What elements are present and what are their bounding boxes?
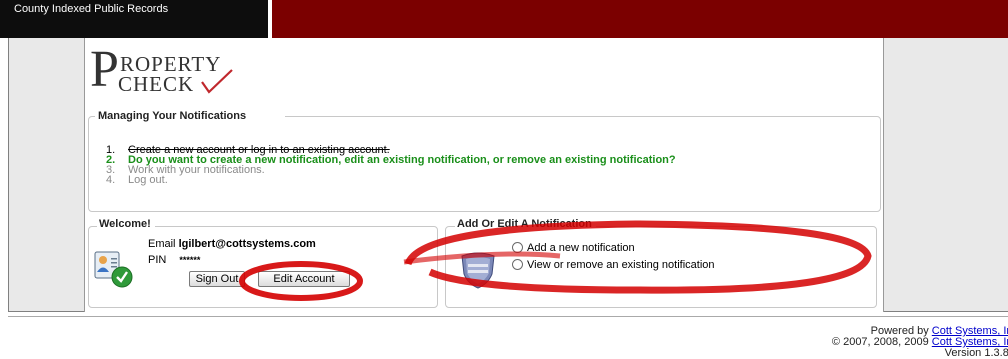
- property-check-logo: P ROPERTY CHECK: [90, 44, 260, 104]
- option-add-notification[interactable]: Add a new notification: [512, 242, 635, 254]
- welcome-title: Welcome!: [97, 218, 155, 230]
- notification-title: Add Or Edit A Notification: [455, 218, 596, 230]
- footer: Powered by Cott Systems, Inc © 2007, 200…: [832, 326, 1008, 359]
- managing-title: Managing Your Notifications: [95, 110, 285, 126]
- radio-add[interactable]: [512, 242, 523, 253]
- email-value: lgilbert@cottsystems.com: [178, 238, 316, 250]
- edit-account-button[interactable]: Edit Account: [258, 271, 350, 287]
- version-text: Version 1.3.8.4: [944, 347, 1008, 359]
- pin-value: ******: [179, 255, 201, 265]
- email-label: Email: [148, 238, 176, 250]
- pin-label: PIN: [148, 254, 167, 266]
- sign-out-button[interactable]: Sign Out: [189, 271, 245, 287]
- checkmark-icon: [201, 69, 233, 94]
- step-4: 4. Log out.: [106, 174, 168, 186]
- step-3: 3. Work with your notifications.: [106, 164, 265, 176]
- top-bar: County Indexed Public Records: [0, 0, 1008, 38]
- shield-icon: [461, 252, 495, 289]
- site-title: County Indexed Public Records: [0, 0, 268, 38]
- header-banner: [272, 0, 1008, 38]
- radio-view-remove[interactable]: [512, 259, 523, 270]
- right-margin: [884, 38, 1008, 312]
- footer-divider: [8, 316, 1008, 317]
- left-margin: [8, 38, 84, 312]
- user-check-icon: [94, 251, 133, 288]
- option-view-remove-notification[interactable]: View or remove an existing notification: [512, 259, 715, 271]
- steps-list: 1. Create a new account or log in to an e…: [106, 145, 676, 186]
